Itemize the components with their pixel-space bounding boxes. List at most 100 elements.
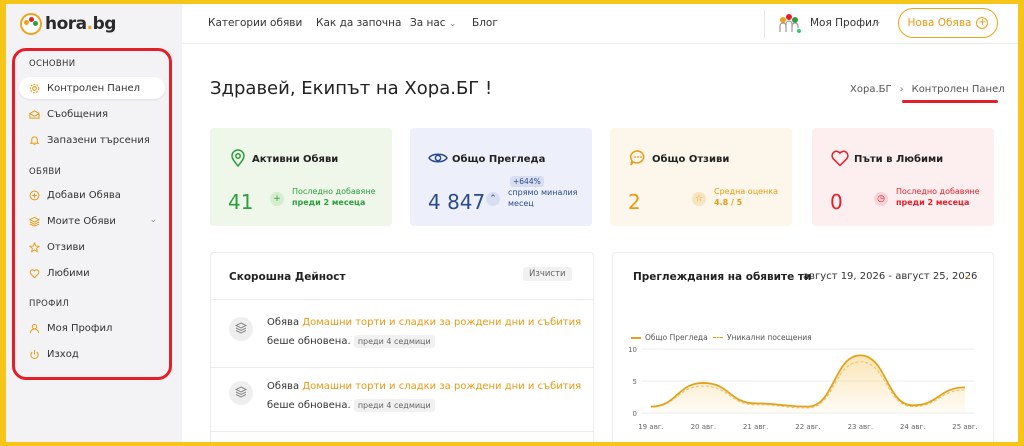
sidebar-item-dashboard[interactable]: Контролен Панел bbox=[19, 77, 165, 99]
sidebar: hora.bg ОСНОВНИ Контролен Панел Съобщени… bbox=[6, 4, 182, 442]
time-ago-badge: преди 4 седмици bbox=[353, 399, 435, 412]
x-tick-label: 20 авг. bbox=[691, 423, 716, 431]
breadcrumb: Хора.БГ › Контролен Панел bbox=[850, 84, 1005, 95]
sidebar-item-my-profile[interactable]: Моя Профил bbox=[19, 317, 165, 339]
activity-item: Обява Домашни торти и сладки за рождени … bbox=[229, 313, 589, 357]
chevron-down-icon[interactable]: ⌄ bbox=[874, 17, 882, 27]
activity-text: Обява Домашни торти и сладки за рождени … bbox=[267, 317, 582, 348]
activity-text: Обява Домашни торти и сладки за рождени … bbox=[267, 381, 582, 412]
star-icon bbox=[29, 241, 40, 253]
section-title-listings: ОБЯВИ bbox=[29, 167, 62, 177]
nav-blog[interactable]: Блог bbox=[472, 17, 498, 29]
sidebar-item-saved-searches[interactable]: Запазени търсения bbox=[19, 129, 165, 151]
stat-value: 0 bbox=[830, 190, 843, 214]
sidebar-item-favorites[interactable]: Любими bbox=[19, 262, 165, 284]
map-pin-icon bbox=[231, 149, 245, 168]
x-tick-label: 24 авг. bbox=[900, 423, 925, 431]
sidebar-item-label: Любими bbox=[47, 267, 90, 279]
x-tick-label: 19 авг. bbox=[638, 423, 663, 431]
sidebar-item-label: Запазени търсения bbox=[47, 134, 150, 146]
sidebar-menu: ОСНОВНИ Контролен Панел Съобщения Запазе… bbox=[12, 48, 172, 380]
sidebar-item-messages[interactable]: Съобщения bbox=[19, 103, 165, 125]
logo-text: hora.bg bbox=[45, 14, 116, 34]
chevron-right-icon: › bbox=[899, 84, 904, 95]
stat-note: +644% спрямо миналия месец bbox=[508, 176, 578, 208]
x-tick-label: 25 авг. bbox=[952, 423, 977, 431]
stat-title: Активни Обяви bbox=[252, 154, 339, 165]
power-icon bbox=[30, 349, 39, 359]
plus-circle-icon: + bbox=[976, 17, 989, 29]
y-tick-label: 5 bbox=[633, 378, 637, 386]
nav-categories[interactable]: Категории обяви bbox=[208, 17, 302, 29]
nav-how-to-start[interactable]: Как да започна bbox=[316, 17, 401, 29]
chevron-down-icon[interactable]: ⌄ bbox=[963, 271, 971, 281]
stat-note: Средна оценка 4.8 / 5 bbox=[714, 187, 779, 207]
recent-activity-panel: Скорошна Дейност Изчисти Обява Домашни т… bbox=[210, 252, 594, 442]
heart-icon bbox=[29, 268, 40, 278]
plus-icon: + bbox=[270, 192, 284, 206]
layers-icon bbox=[229, 381, 253, 405]
envelope-icon bbox=[29, 109, 40, 119]
divider bbox=[211, 431, 593, 432]
layers-icon bbox=[29, 216, 40, 227]
stat-title: Общо Прегледа bbox=[452, 154, 546, 165]
sidebar-item-label: Добави Обява bbox=[47, 189, 121, 201]
profile-name[interactable]: Моя Профил bbox=[810, 17, 879, 29]
layers-icon bbox=[229, 317, 253, 341]
stat-note: Последно добавяне преди 2 месеца bbox=[292, 187, 376, 207]
stat-title: Общо Отзиви bbox=[652, 154, 730, 165]
date-range-selector[interactable]: август 19, 2026 - август 25, 2026 bbox=[803, 271, 977, 282]
stat-value: 4 847 bbox=[428, 190, 486, 214]
plus-circle-icon bbox=[29, 190, 40, 200]
stat-card-total-reviews[interactable]: Общо Отзиви 2 ☆ Средна оценка 4.8 / 5 bbox=[610, 128, 792, 226]
activity-item: Обява Домашни торти и сладки за рождени … bbox=[229, 377, 589, 421]
sidebar-item-logout[interactable]: Изход bbox=[19, 343, 165, 365]
top-navigation: Категории обяви Как да започна За нас ⌄ … bbox=[182, 4, 1018, 44]
activity-link[interactable]: Домашни торти и сладки за рождени дни и … bbox=[302, 317, 581, 328]
sidebar-item-label: Моя Профил bbox=[47, 322, 113, 334]
new-listing-label: Нова Обява bbox=[907, 17, 972, 29]
heart-icon bbox=[831, 150, 849, 167]
divider bbox=[211, 299, 593, 300]
breadcrumb-underline bbox=[902, 100, 998, 103]
app-frame: hora.bg ОСНОВНИ Контролен Панел Съобщени… bbox=[6, 4, 1018, 442]
x-tick-label: 21 авг. bbox=[743, 423, 768, 431]
sidebar-item-label: Контролен Панел bbox=[47, 82, 141, 94]
page-title: Здравей, Екипът на Хора.БГ ! bbox=[210, 78, 493, 99]
panel-title: Преглеждания на обявите ти bbox=[633, 271, 812, 283]
breadcrumb-current: Контролен Панел bbox=[911, 84, 1005, 95]
chevron-down-icon: ⌄ bbox=[149, 215, 157, 225]
user-icon bbox=[29, 323, 40, 333]
chat-icon bbox=[629, 150, 645, 166]
section-title-profile: ПРОФИЛ bbox=[29, 299, 70, 309]
stat-card-total-views[interactable]: Общо Прегледа 4 847 ⌃ +644% спрямо минал… bbox=[410, 128, 592, 226]
nav-divider bbox=[764, 10, 765, 38]
stat-card-favorites[interactable]: Пъти в Любими 0 ◷ Последно добавяне преди… bbox=[812, 128, 994, 226]
y-tick-label: 0 bbox=[633, 410, 637, 418]
stat-card-active-listings[interactable]: Активни Обяви 41 + Последно добавяне пред… bbox=[210, 128, 392, 226]
stat-value: 2 bbox=[628, 190, 641, 214]
bell-icon bbox=[29, 135, 40, 145]
sidebar-item-label: Съобщения bbox=[47, 108, 108, 120]
gear-icon bbox=[29, 83, 40, 93]
sidebar-item-reviews[interactable]: Отзиви bbox=[19, 236, 165, 258]
x-tick-label: 23 авг. bbox=[848, 423, 873, 431]
sidebar-item-my-listings[interactable]: Моите Обяви ⌄ bbox=[19, 210, 165, 232]
nav-about[interactable]: За нас ⌄ bbox=[410, 17, 456, 29]
x-tick-label: 22 авг. bbox=[795, 423, 820, 431]
y-tick-label: 10 bbox=[628, 346, 637, 354]
time-ago-badge: преди 4 седмици bbox=[353, 335, 435, 348]
legend-line-solid bbox=[631, 336, 641, 339]
clock-icon: ◷ bbox=[874, 192, 888, 206]
breadcrumb-home[interactable]: Хора.БГ bbox=[850, 84, 892, 95]
clear-activity-button[interactable]: Изчисти bbox=[523, 267, 572, 281]
sidebar-item-label: Изход bbox=[47, 348, 79, 360]
sidebar-item-add-listing[interactable]: Добави Обява bbox=[19, 184, 165, 206]
activity-link[interactable]: Домашни торти и сладки за рождени дни и … bbox=[302, 381, 581, 392]
new-listing-button[interactable]: Нова Обява + bbox=[898, 8, 998, 38]
arrow-up-icon: ⌃ bbox=[486, 192, 500, 206]
logo-people-icon bbox=[20, 13, 42, 35]
section-title-main: ОСНОВНИ bbox=[29, 59, 76, 69]
divider bbox=[211, 367, 593, 368]
logo[interactable]: hora.bg bbox=[20, 12, 116, 36]
